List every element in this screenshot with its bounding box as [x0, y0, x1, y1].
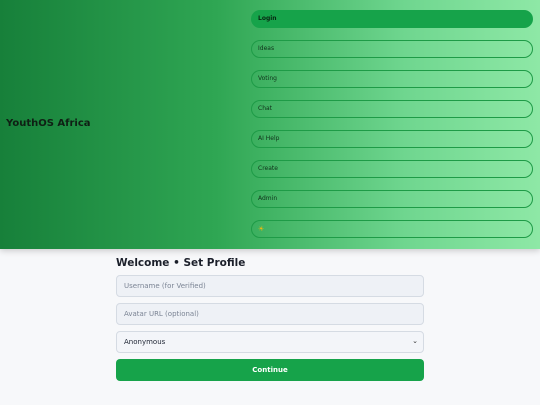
- nav-item-label: Login: [258, 15, 277, 22]
- identity-select[interactable]: Anonymous ⌄: [116, 331, 424, 353]
- nav-item-label: Admin: [258, 195, 278, 202]
- profile-form: Welcome • Set Profile Anonymous ⌄ Contin…: [116, 256, 424, 381]
- sun-icon: ☀: [258, 225, 265, 233]
- nav-item-label: Voting: [258, 75, 277, 82]
- nav-menu: Login Ideas Voting Chat AI Help Create A…: [251, 10, 533, 250]
- username-input[interactable]: [116, 275, 424, 297]
- nav-item-label: AI Help: [258, 135, 280, 142]
- theme-toggle-button[interactable]: ☀: [251, 220, 533, 238]
- nav-item-login[interactable]: Login: [251, 10, 533, 28]
- nav-item-label: Create: [258, 165, 278, 172]
- nav-item-ai-help[interactable]: AI Help: [251, 130, 533, 148]
- top-header: YouthOS Africa Login Ideas Voting Chat A…: [0, 0, 540, 249]
- nav-item-create[interactable]: Create: [251, 160, 533, 178]
- nav-item-label: Chat: [258, 105, 273, 112]
- brand-title: YouthOS Africa: [6, 118, 91, 129]
- chevron-down-icon: ⌄: [412, 337, 418, 345]
- nav-item-label: Ideas: [258, 45, 275, 52]
- avatar-url-input[interactable]: [116, 303, 424, 325]
- nav-item-chat[interactable]: Chat: [251, 100, 533, 118]
- page-title: Welcome • Set Profile: [116, 257, 246, 269]
- nav-item-ideas[interactable]: Ideas: [251, 40, 533, 58]
- identity-select-value: Anonymous: [116, 331, 424, 353]
- nav-item-admin[interactable]: Admin: [251, 190, 533, 208]
- continue-button[interactable]: Continue: [116, 359, 424, 381]
- nav-item-voting[interactable]: Voting: [251, 70, 533, 88]
